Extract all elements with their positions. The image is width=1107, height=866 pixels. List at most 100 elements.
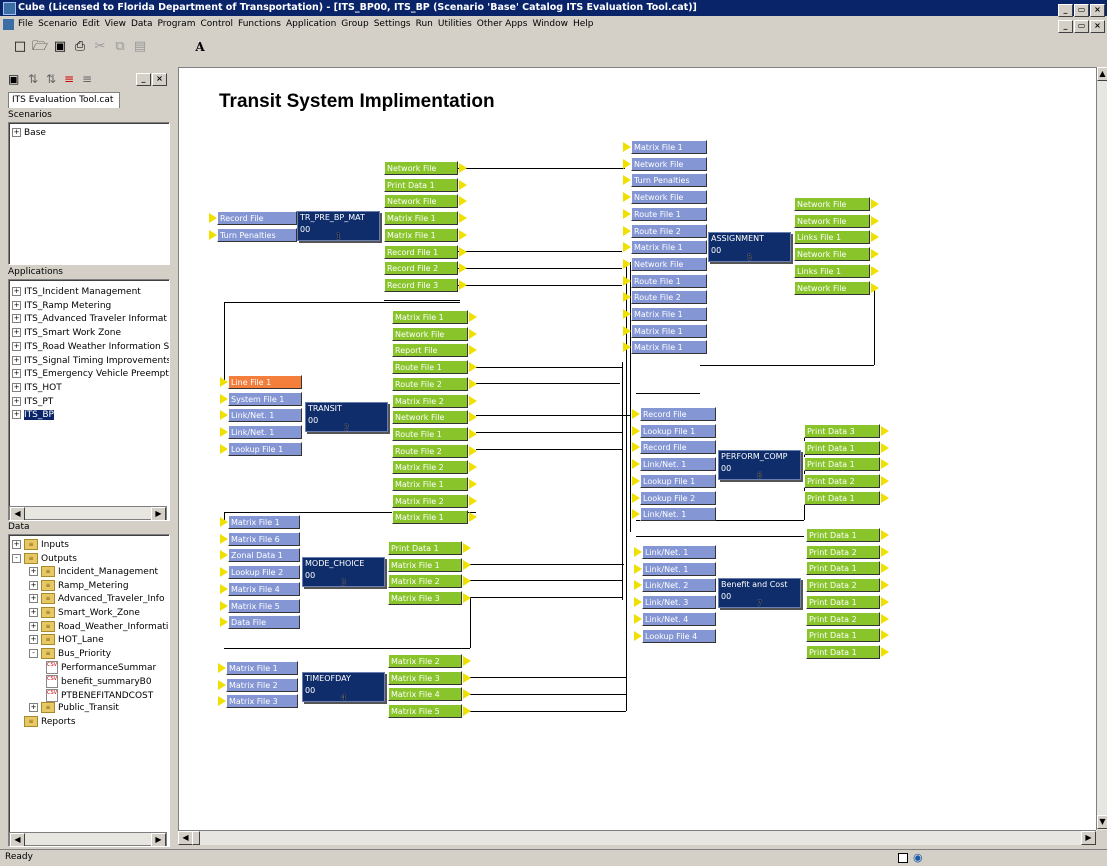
port-arrow-icon[interactable] [881, 547, 889, 557]
input-file-node[interactable]: Network File [631, 190, 707, 204]
input-file-node[interactable]: Line File 1 [228, 375, 302, 389]
input-file-node[interactable]: Lookup File 1 [228, 442, 302, 456]
port-arrow-icon[interactable] [623, 276, 631, 286]
program-box[interactable]: TIMEOFDAY 00 4 [302, 672, 385, 702]
menu-utilities[interactable]: Utilities [438, 19, 472, 29]
input-file-node[interactable]: Record File [640, 440, 716, 454]
input-file-node[interactable]: Link/Net. 3 [642, 595, 716, 609]
port-arrow-icon[interactable] [881, 630, 889, 640]
input-file-node[interactable]: Lookup File 4 [642, 629, 716, 643]
input-file-node[interactable]: Link/Net. 1 [642, 562, 716, 576]
port-arrow-icon[interactable] [632, 476, 640, 486]
port-arrow-icon[interactable] [463, 689, 471, 699]
input-file-node[interactable]: System File 1 [228, 392, 302, 406]
expand-icon[interactable]: + [29, 567, 38, 577]
port-arrow-icon[interactable] [632, 493, 640, 503]
input-file-node[interactable]: Link/Net. 1 [640, 457, 716, 471]
expand-icon[interactable]: + [29, 621, 38, 631]
input-file-node[interactable]: Lookup File 2 [640, 491, 716, 505]
open-icon[interactable]: 🗁 [32, 39, 48, 55]
output-file-node[interactable]: Matrix File 1 [388, 558, 462, 572]
port-arrow-icon[interactable] [881, 459, 889, 469]
expand-icon[interactable]: + [12, 382, 21, 392]
mdi-minimize-button[interactable]: _ [1058, 20, 1073, 33]
menu-data[interactable]: Data [131, 19, 153, 29]
input-file-node[interactable]: Matrix File 1 [631, 140, 707, 154]
port-arrow-icon[interactable] [220, 534, 228, 544]
input-file-node[interactable]: Matrix File 1 [631, 340, 707, 354]
application-item[interactable]: + ITS_HOT [12, 382, 62, 395]
output-file-node[interactable]: Print Data 3 [804, 424, 880, 438]
program-box[interactable]: TRANSIT 00 2 [305, 402, 388, 432]
expand-icon[interactable]: + [29, 703, 38, 713]
menu-view[interactable]: View [105, 19, 126, 29]
data-item[interactable]: CSV benefit_summaryB0 [46, 675, 152, 688]
output-file-node[interactable]: Record File 3 [384, 278, 458, 292]
port-arrow-icon[interactable] [871, 249, 879, 259]
input-file-node[interactable]: Lookup File 1 [640, 474, 716, 488]
globe-icon[interactable]: ◉ [913, 851, 923, 864]
port-arrow-icon[interactable] [469, 312, 477, 322]
input-file-node[interactable]: Matrix File 5 [228, 599, 300, 613]
output-file-node[interactable]: Print Data 1 [804, 491, 880, 505]
menu-settings[interactable]: Settings [374, 19, 411, 29]
port-arrow-icon[interactable] [881, 597, 889, 607]
expand-icon[interactable]: + [29, 608, 38, 617]
data-scroll-left-icon[interactable]: ◀ [10, 833, 25, 846]
catalog-tab[interactable]: ITS Evaluation Tool.cat [8, 92, 120, 108]
output-file-node[interactable]: Matrix File 2 [392, 394, 468, 408]
menu-help[interactable]: Help [573, 19, 594, 29]
port-arrow-icon[interactable] [623, 175, 631, 185]
input-file-node[interactable]: Route File 1 [631, 207, 707, 221]
text-tool-icon[interactable]: A [192, 39, 208, 55]
menu-application[interactable]: Application [286, 19, 336, 29]
port-arrow-icon[interactable] [634, 614, 642, 624]
port-arrow-icon[interactable] [623, 326, 631, 336]
program-box[interactable]: ASSIGNMENT 00 5 [708, 232, 791, 262]
port-arrow-icon[interactable] [623, 309, 631, 319]
output-file-node[interactable]: Print Data 1 [388, 541, 462, 555]
port-arrow-icon[interactable] [871, 266, 879, 276]
port-arrow-icon[interactable] [469, 512, 477, 522]
menu-functions[interactable]: Functions [238, 19, 281, 29]
data-item[interactable]: + ≡ Smart_Work_Zone [29, 607, 140, 620]
input-file-node[interactable]: Lookup File 1 [640, 424, 716, 438]
panel-save-icon[interactable]: ▣ [8, 72, 19, 86]
port-arrow-icon[interactable] [881, 426, 889, 436]
data-item[interactable]: + ≡ Road_Weather_Informati [29, 620, 168, 634]
output-file-node[interactable]: Matrix File 1 [392, 477, 468, 491]
expand-icon[interactable]: - [29, 648, 38, 658]
port-arrow-icon[interactable] [220, 394, 228, 404]
panel-minimize-button[interactable]: _ [136, 73, 151, 86]
input-file-node[interactable]: Network File [631, 157, 707, 171]
port-arrow-icon[interactable] [220, 584, 228, 594]
application-item[interactable]: + ITS_Road Weather Information S [12, 341, 169, 354]
output-file-node[interactable]: Matrix File 2 [388, 654, 462, 668]
input-file-node[interactable]: Link/Net. 4 [642, 612, 716, 626]
port-arrow-icon[interactable] [469, 329, 477, 339]
port-arrow-icon[interactable] [871, 232, 879, 242]
expand-icon[interactable]: + [12, 396, 21, 406]
output-file-node[interactable]: Network File [384, 194, 458, 208]
data-item[interactable]: + ≡ Advanced_Traveler_Info [29, 593, 164, 606]
port-arrow-icon[interactable] [218, 696, 226, 706]
applications-hscrollbar[interactable]: ◀ ▶ [9, 506, 167, 520]
input-file-node[interactable]: Matrix File 1 [631, 307, 707, 321]
output-file-node[interactable]: Print Data 2 [806, 545, 880, 559]
menu-control[interactable]: Control [200, 19, 233, 29]
scroll-up-icon[interactable]: ▲ [1097, 67, 1107, 81]
application-item[interactable]: + ITS_Ramp Metering [12, 300, 111, 313]
output-file-node[interactable]: Network File [794, 214, 870, 228]
port-arrow-icon[interactable] [871, 216, 879, 226]
menu-group[interactable]: Group [341, 19, 368, 29]
program-box[interactable]: PERFORM_COMP 00 6 [718, 450, 801, 480]
scroll-right-icon[interactable]: ▶ [151, 507, 166, 520]
paste-icon[interactable]: ▤ [132, 39, 148, 55]
port-arrow-icon[interactable] [881, 493, 889, 503]
panel-tool-1-icon[interactable]: ⇅ [28, 72, 38, 86]
port-arrow-icon[interactable] [220, 601, 228, 611]
port-arrow-icon[interactable] [220, 550, 228, 560]
output-file-node[interactable]: Matrix File 1 [384, 211, 458, 225]
scroll-left-icon[interactable]: ◀ [10, 507, 25, 520]
input-file-node[interactable]: Matrix File 1 [228, 515, 300, 529]
